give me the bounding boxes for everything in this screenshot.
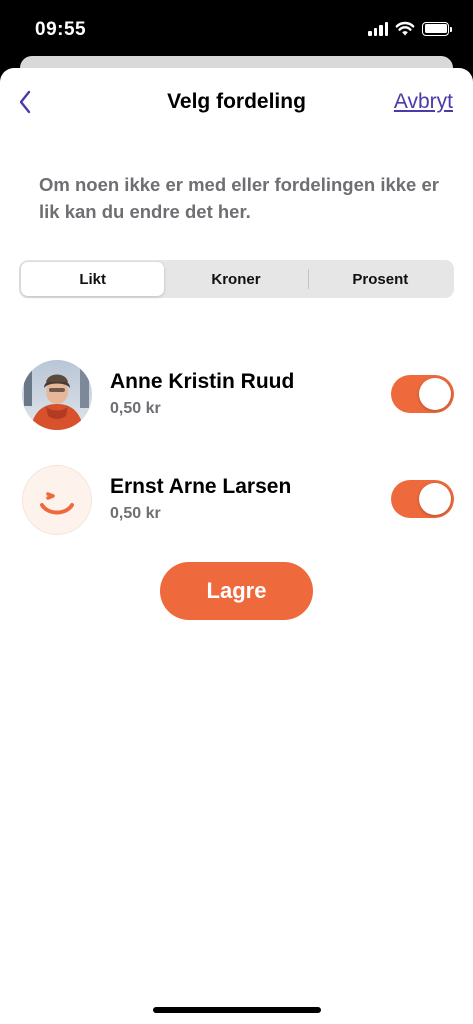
split-mode-segmented-control: Likt Kroner Prosent	[19, 260, 454, 298]
split-sheet: Velg fordeling Avbryt Om noen ikke er me…	[0, 68, 473, 1024]
signal-icon	[368, 21, 388, 36]
toggle-knob	[419, 483, 451, 515]
status-bar: 09:55	[0, 0, 473, 62]
status-time: 09:55	[35, 19, 87, 40]
segment-likt[interactable]: Likt	[21, 262, 165, 296]
cancel-button[interactable]: Avbryt	[394, 90, 453, 114]
default-smile-avatar	[22, 465, 92, 535]
save-button[interactable]: Lagre	[160, 562, 313, 620]
participant-row: Anne Kristin Ruud 0,50 kr	[22, 360, 454, 430]
include-toggle[interactable]	[391, 480, 454, 518]
participant-amount: 0,50 kr	[110, 505, 161, 522]
participant-name: Ernst Arne Larsen	[110, 475, 292, 498]
toggle-knob	[419, 378, 451, 410]
home-indicator	[153, 1007, 321, 1013]
intro-text: Om noen ikke er med eller fordelingen ik…	[39, 174, 439, 222]
segment-kroner[interactable]: Kroner	[164, 262, 307, 296]
participant-row: Ernst Arne Larsen 0,50 kr	[22, 465, 454, 535]
status-icons	[368, 21, 452, 36]
photo-avatar	[22, 360, 92, 430]
wifi-icon	[395, 21, 415, 36]
participant-amount: 0,50 kr	[110, 400, 161, 417]
include-toggle[interactable]	[391, 375, 454, 413]
battery-icon	[422, 21, 452, 36]
segment-prosent[interactable]: Prosent	[309, 262, 452, 296]
participant-name: Anne Kristin Ruud	[110, 370, 295, 393]
